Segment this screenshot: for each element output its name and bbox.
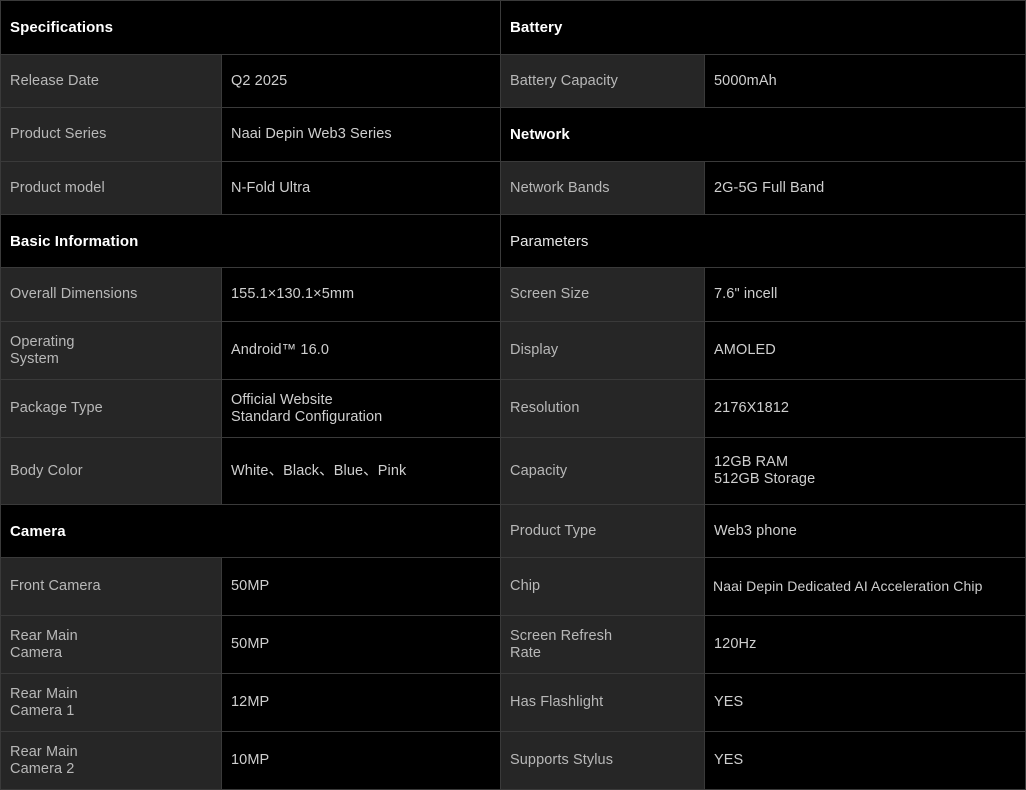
table-row: Package Type Official Website Standard C… [0, 379, 501, 437]
table-row: Rear Main Camera 1 12MP [0, 673, 501, 731]
spec-label: Supports Stylus [501, 732, 704, 789]
spec-label: Screen Refresh Rate [501, 616, 704, 673]
spec-label: Rear Main Camera 2 [1, 732, 221, 789]
section-header-row: Specifications [0, 0, 501, 54]
section-title-specifications: Specifications [1, 1, 500, 54]
spec-value: 10MP [221, 732, 500, 789]
spec-value: 2G-5G Full Band [704, 162, 1025, 214]
table-row: Rear Main Camera 50MP [0, 615, 501, 673]
table-row: Has Flashlight YES [501, 673, 1026, 731]
spec-value: Naai Depin Dedicated AI Acceleration Chi… [704, 558, 1025, 615]
spec-value: YES [704, 674, 1025, 731]
table-row: Screen Refresh Rate 120Hz [501, 615, 1026, 673]
spec-value: 50MP [221, 616, 500, 673]
spec-label: Screen Size [501, 268, 704, 321]
spec-label: Capacity [501, 438, 704, 504]
spec-value: 12MP [221, 674, 500, 731]
spec-value: White、Black、Blue、Pink [221, 438, 500, 504]
section-title-parameters: Parameters [501, 215, 1025, 267]
spec-label: Front Camera [1, 558, 221, 615]
section-title-network: Network [501, 108, 1025, 161]
spec-label: Display [501, 322, 704, 379]
table-row: Network Bands 2G-5G Full Band [501, 161, 1026, 214]
table-row: Release Date Q2 2025 [0, 54, 501, 107]
table-row: Battery Capacity 5000mAh [501, 54, 1026, 107]
spec-label: Release Date [1, 55, 221, 107]
spec-value: 2176X1812 [704, 380, 1025, 437]
spec-label: Product Type [501, 505, 704, 557]
table-row: Rear Main Camera 2 10MP [0, 731, 501, 790]
table-row: Front Camera 50MP [0, 557, 501, 615]
section-header-row: Network [501, 107, 1026, 161]
spec-value: N-Fold Ultra [221, 162, 500, 214]
spec-label: Has Flashlight [501, 674, 704, 731]
spec-label: Product Series [1, 108, 221, 161]
spec-label: Network Bands [501, 162, 704, 214]
spec-label: Product model [1, 162, 221, 214]
table-row: Resolution 2176X1812 [501, 379, 1026, 437]
table-row: Product Type Web3 phone [501, 504, 1026, 557]
spec-label: Chip [501, 558, 704, 615]
table-row: Product Series Naai Depin Web3 Series [0, 107, 501, 161]
spec-label: Body Color [1, 438, 221, 504]
section-header-row: Camera [0, 504, 501, 557]
spec-value: AMOLED [704, 322, 1025, 379]
specifications-table: Specifications Release Date Q2 2025 Prod… [0, 0, 1026, 790]
spec-label: Package Type [1, 380, 221, 437]
section-title-basic-information: Basic Information [1, 215, 500, 267]
table-row: Screen Size 7.6" incell [501, 267, 1026, 321]
section-header-row: Parameters [501, 214, 1026, 267]
spec-label: Operating System [1, 322, 221, 379]
table-row: Supports Stylus YES [501, 731, 1026, 790]
section-title-camera: Camera [1, 505, 500, 557]
table-row: Overall Dimensions 155.1×130.1×5mm [0, 267, 501, 321]
spec-label: Rear Main Camera [1, 616, 221, 673]
section-title-battery: Battery [501, 1, 1025, 54]
table-row: Operating System Android™ 16.0 [0, 321, 501, 379]
left-column: Specifications Release Date Q2 2025 Prod… [0, 0, 501, 790]
spec-label: Rear Main Camera 1 [1, 674, 221, 731]
spec-value: 5000mAh [704, 55, 1025, 107]
table-row: Chip Naai Depin Dedicated AI Acceleratio… [501, 557, 1026, 615]
spec-label: Battery Capacity [501, 55, 704, 107]
spec-value: Android™ 16.0 [221, 322, 500, 379]
spec-value: 155.1×130.1×5mm [221, 268, 500, 321]
section-header-row: Basic Information [0, 214, 501, 267]
spec-value: 7.6" incell [704, 268, 1025, 321]
spec-value: Web3 phone [704, 505, 1025, 557]
spec-label: Overall Dimensions [1, 268, 221, 321]
spec-value: Official Website Standard Configuration [221, 380, 500, 437]
section-header-row: Battery [501, 0, 1026, 54]
spec-value: Q2 2025 [221, 55, 500, 107]
right-column: Battery Battery Capacity 5000mAh Network… [501, 0, 1026, 790]
table-row: Body Color White、Black、Blue、Pink [0, 437, 501, 504]
spec-label: Resolution [501, 380, 704, 437]
spec-value: 120Hz [704, 616, 1025, 673]
spec-value: 50MP [221, 558, 500, 615]
table-row: Display AMOLED [501, 321, 1026, 379]
spec-value: Naai Depin Web3 Series [221, 108, 500, 161]
spec-value: 12GB RAM 512GB Storage [704, 438, 1025, 504]
table-row: Product model N-Fold Ultra [0, 161, 501, 214]
spec-value: YES [704, 732, 1025, 789]
table-row: Capacity 12GB RAM 512GB Storage [501, 437, 1026, 504]
